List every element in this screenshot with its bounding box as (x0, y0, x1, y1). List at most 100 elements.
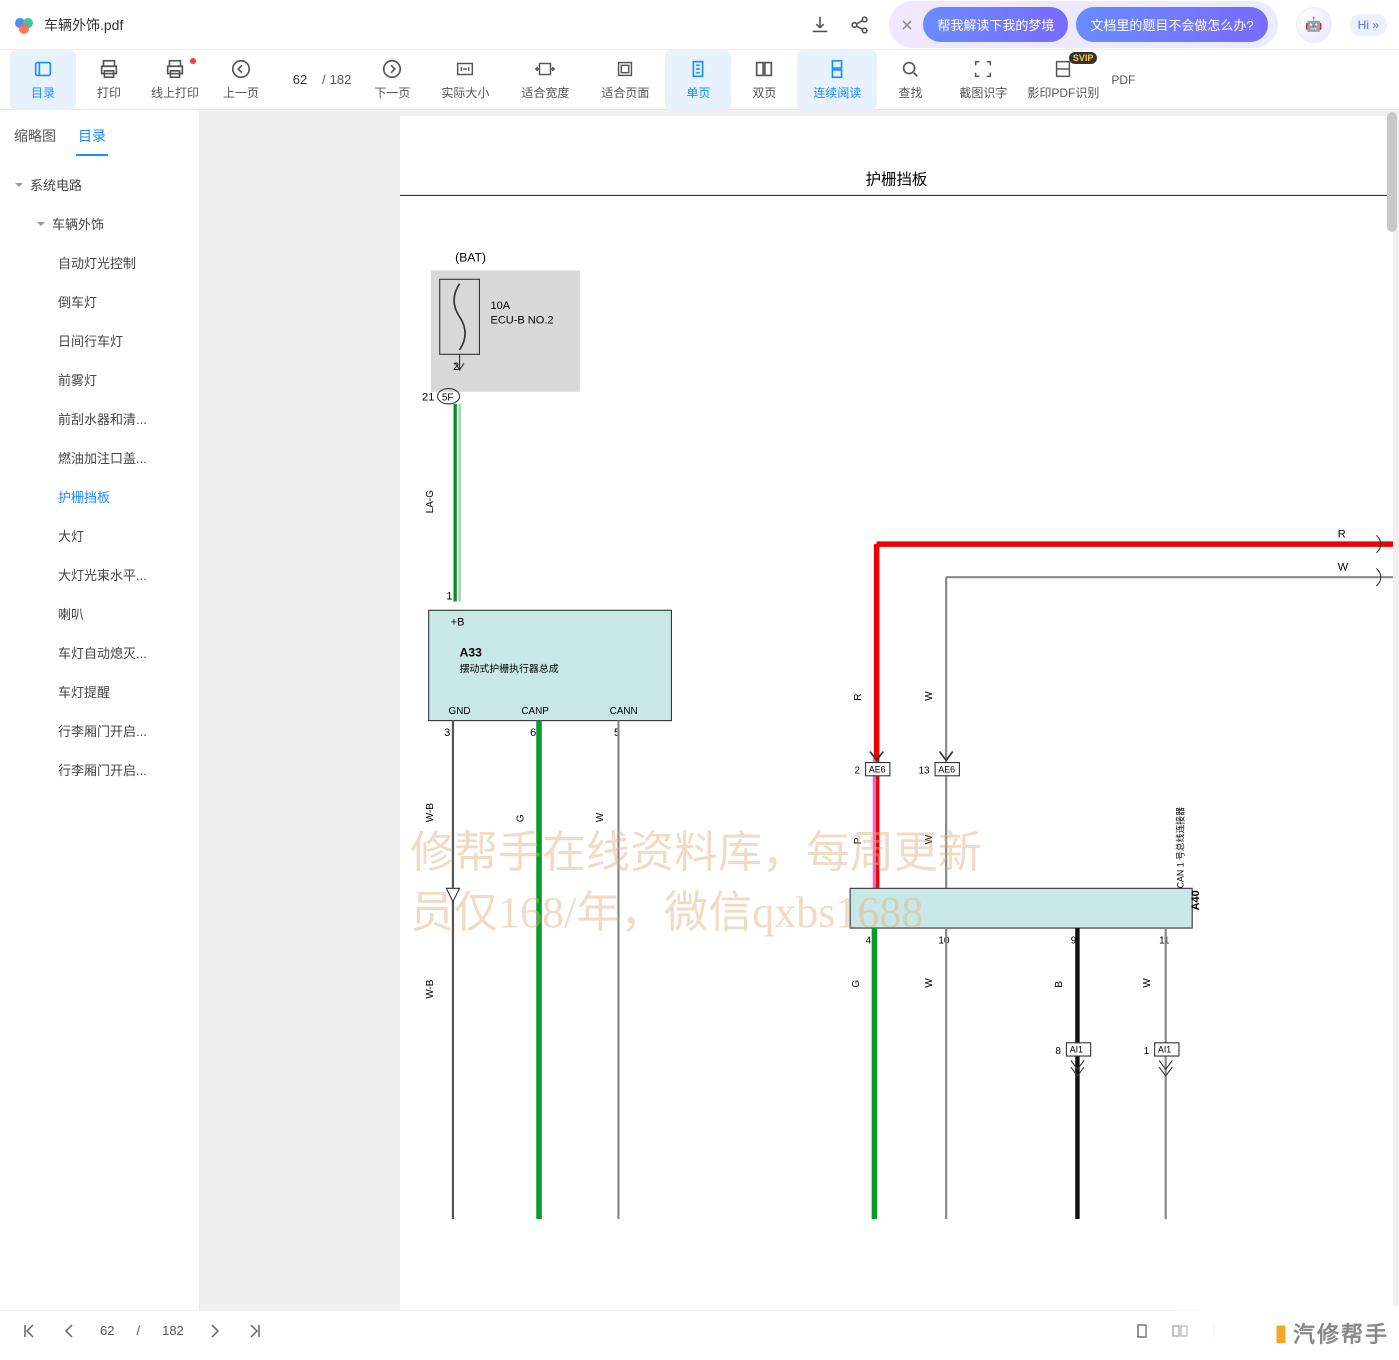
svg-text:5F: 5F (442, 393, 454, 404)
svg-text:G: G (851, 980, 862, 988)
find-button[interactable]: 查找 (877, 50, 943, 110)
svg-text:1: 1 (446, 590, 452, 602)
svg-text:W: W (924, 978, 935, 988)
svg-text:2: 2 (855, 766, 861, 777)
toolbar: 目录 打印 线上打印 上一页 / 182 下一页 实际大小 适合宽度 适合页面 … (0, 50, 1399, 110)
scan-pdf-button[interactable]: SVIP影印PDF识别 (1023, 50, 1103, 110)
svg-text:GND: GND (449, 706, 471, 717)
svg-text:摆动式护栅执行器总成: 摆动式护栅执行器总成 (460, 662, 559, 675)
toc-item[interactable]: 前雾灯 (0, 360, 199, 399)
ai-pill-2[interactable]: 文档里的题目不会做怎么办? (1076, 7, 1267, 42)
toc-root[interactable]: 系统电路 (0, 165, 199, 204)
close-icon[interactable] (899, 17, 915, 33)
page-input[interactable] (282, 72, 318, 87)
first-page-icon[interactable] (20, 1322, 38, 1340)
page-current: 62 (100, 1323, 114, 1338)
next-page-icon[interactable] (206, 1322, 224, 1340)
toc-item[interactable]: 喇叭 (0, 594, 199, 633)
scrollbar[interactable] (1385, 110, 1399, 1320)
toc-item[interactable]: 倒车灯 (0, 282, 199, 321)
watermark: 员仅168/年，微信qxbs1688 (410, 876, 923, 940)
svg-text:B: B (1054, 981, 1065, 988)
svip-badge: SVIP (1069, 52, 1098, 64)
toc-item[interactable]: 前刮水器和清... (0, 399, 199, 438)
svg-text:6: 6 (530, 727, 536, 739)
next-page-button[interactable]: 下一页 (359, 50, 425, 110)
svg-text:+B: +B (451, 617, 465, 629)
chevron-down-icon (14, 180, 24, 190)
hi-badge[interactable]: Hi » (1350, 14, 1387, 36)
svg-text:W: W (924, 691, 935, 701)
continuous-read-button[interactable]: 连续阅读 (797, 50, 877, 110)
notification-dot-icon (190, 58, 196, 64)
prev-page-button[interactable]: 上一页 (208, 50, 274, 110)
toc-item-active[interactable]: 护栅挡板 (0, 477, 199, 516)
pdf-menu-button[interactable]: PDF (1103, 50, 1143, 110)
tab-thumbnails[interactable]: 缩略图 (12, 118, 58, 156)
svg-text:11: 11 (1159, 935, 1170, 946)
toc-item[interactable]: 大灯光束水平... (0, 555, 199, 594)
ai-pill-1[interactable]: 帮我解读下我的梦境 (923, 7, 1068, 42)
catalog-button[interactable]: 目录 (10, 50, 76, 110)
wiring-diagram: 护栅挡板 (BAT) 10A ECU-B NO.2 2 21 5F LA-G 1 (400, 116, 1393, 1219)
share-icon[interactable] (849, 14, 871, 36)
pdf-page: 护栅挡板 (BAT) 10A ECU-B NO.2 2 21 5F LA-G 1 (400, 116, 1393, 1320)
sidebar: 缩略图 目录 系统电路 车辆外饰 自动灯光控制 倒车灯 日间行车灯 前雾灯 前刮… (0, 110, 200, 1320)
ai-suggestions: 帮我解读下我的梦境 文档里的题目不会做怎么办? (889, 1, 1277, 48)
toc-item[interactable]: 大灯 (0, 516, 199, 555)
svg-text:1: 1 (1144, 1046, 1150, 1057)
svg-text:AE6: AE6 (869, 764, 886, 774)
svg-text:W: W (1142, 978, 1153, 988)
svg-text:13: 13 (919, 766, 931, 777)
svg-text:W: W (1338, 562, 1349, 574)
toc-item[interactable]: 行李厢门开启... (0, 750, 199, 789)
svg-text:R: R (853, 694, 864, 701)
double-page-button[interactable]: 双页 (731, 50, 797, 110)
toc-item[interactable]: 燃油加注口盖... (0, 438, 199, 477)
toc-item[interactable]: 行李厢门开启... (0, 711, 199, 750)
chevron-down-icon (36, 219, 46, 229)
watermark: 修帮手在线资料库，每周更新 (410, 816, 982, 880)
file-name: 车辆外饰.pdf (44, 15, 123, 35)
document-view[interactable]: 护栅挡板 (BAT) 10A ECU-B NO.2 2 21 5F LA-G 1 (200, 110, 1399, 1320)
brand-watermark: ▮汽修帮手 (1139, 1306, 1399, 1360)
download-icon[interactable] (809, 14, 831, 36)
prev-page-icon[interactable] (60, 1322, 78, 1340)
toc-item[interactable]: 车灯自动熄灭... (0, 633, 199, 672)
tab-toc[interactable]: 目录 (76, 118, 108, 156)
actual-size-button[interactable]: 实际大小 (425, 50, 505, 110)
svg-text:护栅挡板: 护栅挡板 (866, 170, 928, 188)
svg-text:A40: A40 (1190, 890, 1202, 910)
svg-text:LA-G: LA-G (425, 490, 436, 513)
toc-item[interactable]: 车灯提醒 (0, 672, 199, 711)
svg-text:CAN 1 号总线连接器: CAN 1 号总线连接器 (1174, 807, 1185, 888)
screenshot-ocr-button[interactable]: 截图识字 (943, 50, 1023, 110)
last-page-icon[interactable] (246, 1322, 264, 1340)
svg-text:AE6: AE6 (938, 764, 955, 774)
toc-item[interactable]: 日间行车灯 (0, 321, 199, 360)
svg-text:W-B: W-B (425, 979, 436, 998)
online-print-button[interactable]: 线上打印 (142, 50, 208, 110)
scrollbar-thumb[interactable] (1387, 112, 1397, 232)
fit-width-button[interactable]: 适合宽度 (505, 50, 585, 110)
app-logo-icon (12, 13, 36, 37)
svg-text:A33: A33 (460, 646, 482, 660)
single-page-button[interactable]: 单页 (665, 50, 731, 110)
svg-text:ECU-B NO.2: ECU-B NO.2 (490, 314, 553, 326)
avatar[interactable]: 🤖 (1296, 7, 1332, 43)
page-total: 182 (330, 72, 352, 87)
svg-text:AI1: AI1 (1070, 1045, 1083, 1055)
svg-text:21: 21 (422, 392, 434, 404)
svg-text:10: 10 (938, 935, 950, 946)
fit-page-button[interactable]: 适合页面 (585, 50, 665, 110)
toc-tree: 系统电路 车辆外饰 自动灯光控制 倒车灯 日间行车灯 前雾灯 前刮水器和清...… (0, 157, 199, 797)
print-button[interactable]: 打印 (76, 50, 142, 110)
toc-item[interactable]: 自动灯光控制 (0, 243, 199, 282)
svg-text:CANP: CANP (521, 706, 549, 717)
svg-text:(BAT): (BAT) (455, 251, 486, 265)
svg-text:8: 8 (1055, 1046, 1061, 1057)
svg-text:CANN: CANN (610, 706, 638, 717)
page-indicator: / 182 (282, 72, 351, 87)
toc-section[interactable]: 车辆外饰 (0, 204, 199, 243)
svg-text:3: 3 (444, 727, 450, 739)
